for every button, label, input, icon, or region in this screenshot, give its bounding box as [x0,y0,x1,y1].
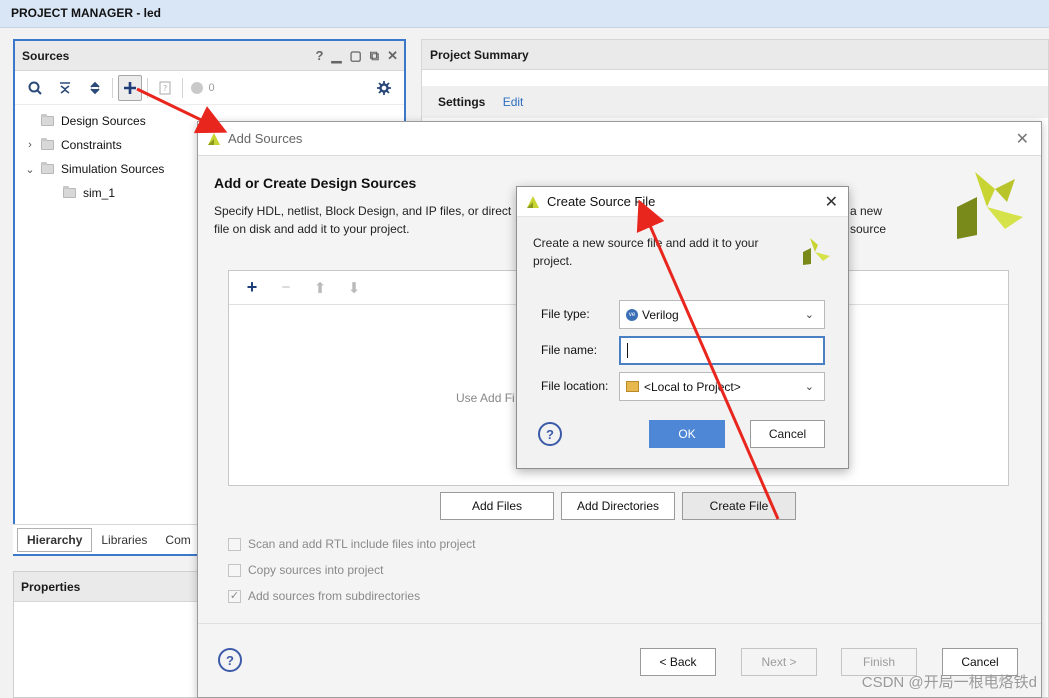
add-icon[interactable]: + [235,277,269,298]
file-type-value: Verilog [642,307,679,322]
vivado-logo-icon [803,238,830,265]
add-directories-button[interactable]: Add Directories [561,492,675,520]
toolbar-separator [182,77,183,98]
float-icon[interactable]: ⧉ [370,48,379,64]
checkbox-checked[interactable]: ✓ [228,589,241,603]
properties-icon[interactable]: ? [150,75,180,101]
expand-all-icon[interactable] [80,75,110,101]
close-icon[interactable]: ✕ [387,48,398,64]
description-line2: file on disk and add it to your project. [214,222,410,236]
tree-item-label: Design Sources [61,114,146,128]
file-name-input[interactable] [619,336,825,365]
vivado-logo-large-icon [957,172,1023,239]
tree-item-label: Simulation Sources [61,162,165,176]
remove-icon[interactable]: − [269,279,303,296]
properties-panel-title: Properties [21,580,81,594]
create-source-file-titlebar: Create Source File [517,187,848,217]
settings-row: Settings Edit [422,86,1048,118]
tab-hierarchy[interactable]: Hierarchy [17,527,93,552]
gear-icon[interactable] [369,75,399,101]
file-list-hint: Use Add Fi [456,391,515,405]
add-sources-title: Add Sources [228,131,303,146]
add-sources-heading: Add or Create Design Sources [214,175,417,191]
checkbox[interactable] [228,537,241,551]
move-up-icon[interactable]: ⬆ [303,279,337,297]
tree-item-label: Constraints [61,138,122,152]
sources-toolbar: ? 0 [15,71,404,105]
chevron-down-icon: ⌄ [804,309,814,321]
status-indicator: 0 [185,75,221,101]
checkbox-label: Scan and add RTL include files into proj… [248,537,476,551]
edit-link[interactable]: Edit [503,95,524,109]
sources-panel-title: Sources [22,49,70,63]
checkbox-label: Copy sources into project [248,563,384,577]
description-text: Specify HDL, netlist, Block Design, and … [214,204,512,218]
close-icon[interactable]: ✕ [825,192,838,212]
chevron-right-icon[interactable]: › [23,139,37,151]
file-name-label: File name: [541,343,598,357]
minimize-icon[interactable]: ▁ [332,48,342,64]
file-location-dropdown[interactable]: <Local to Project> ⌄ [619,372,825,401]
cancel-button[interactable]: Cancel [750,420,825,448]
back-button[interactable]: < Back [640,648,716,676]
move-down-icon[interactable]: ⬇ [337,279,371,297]
watermark: CSDN @开局一根电烙铁d [861,674,1037,691]
maximize-icon[interactable]: ▢ [350,48,362,64]
add-sources-button[interactable] [118,74,142,101]
create-source-file-title: Create Source File [547,194,656,209]
ok-button[interactable]: OK [649,420,725,448]
file-location-value: <Local to Project> [644,379,741,394]
add-sources-titlebar: Add Sources [198,122,1041,156]
help-icon[interactable]: ? [218,648,242,672]
create-source-file-description: Create a new source file and add it to y… [533,236,759,268]
tab-libraries[interactable]: Libraries [92,529,156,551]
vivado-logo-icon [527,195,539,208]
file-location-label: File location: [541,379,609,393]
chevron-down-icon: ⌄ [804,381,814,393]
text-cursor [627,343,628,358]
collapse-all-icon[interactable] [50,75,80,101]
add-subdirectories-checkbox-row[interactable]: ✓ Add sources from subdirectories [228,589,420,603]
file-type-label: File type: [541,307,590,321]
toolbar-separator [147,77,148,98]
verilog-icon: ve [626,308,638,321]
status-dot-icon [191,81,204,94]
search-icon[interactable] [20,75,50,101]
help-icon[interactable]: ? [538,422,562,446]
create-file-button[interactable]: Create File [682,492,796,520]
folder-icon [41,114,54,126]
copy-sources-checkbox-row[interactable]: Copy sources into project [228,563,383,577]
settings-label: Settings [438,95,486,109]
checkbox-label: Add sources from subdirectories [248,589,421,603]
folder-location-icon [626,381,639,392]
next-button[interactable]: Next > [741,648,817,676]
chevron-down-icon[interactable]: ⌄ [23,163,37,176]
status-count: 0 [208,81,215,94]
create-source-file-dialog: Create Source File ✕ Create a new source… [516,186,849,469]
tree-item-label: sim_1 [83,186,116,200]
toolbar-separator [112,77,113,98]
folder-icon [41,138,54,150]
checkbox[interactable] [228,563,241,577]
project-manager-title: PROJECT MANAGER - led [0,0,1049,28]
scan-rtl-checkbox-row[interactable]: Scan and add RTL include files into proj… [228,537,475,551]
folder-icon [41,162,54,174]
add-files-button[interactable]: Add Files [440,492,554,520]
tab-compile-order[interactable]: Com [156,529,199,551]
project-summary-title: Project Summary [422,40,1048,70]
folder-icon [63,186,76,198]
close-icon[interactable]: ✕ [1016,129,1029,149]
description-text-right: a new source [850,204,887,236]
svg-text:?: ? [163,84,167,93]
vivado-logo-icon [208,132,220,145]
help-icon[interactable]: ? [316,48,324,64]
file-type-dropdown[interactable]: ve Verilog ⌄ [619,300,825,329]
sources-panel-header: Sources ? ▁ ▢ ⧉ ✕ [15,41,404,71]
